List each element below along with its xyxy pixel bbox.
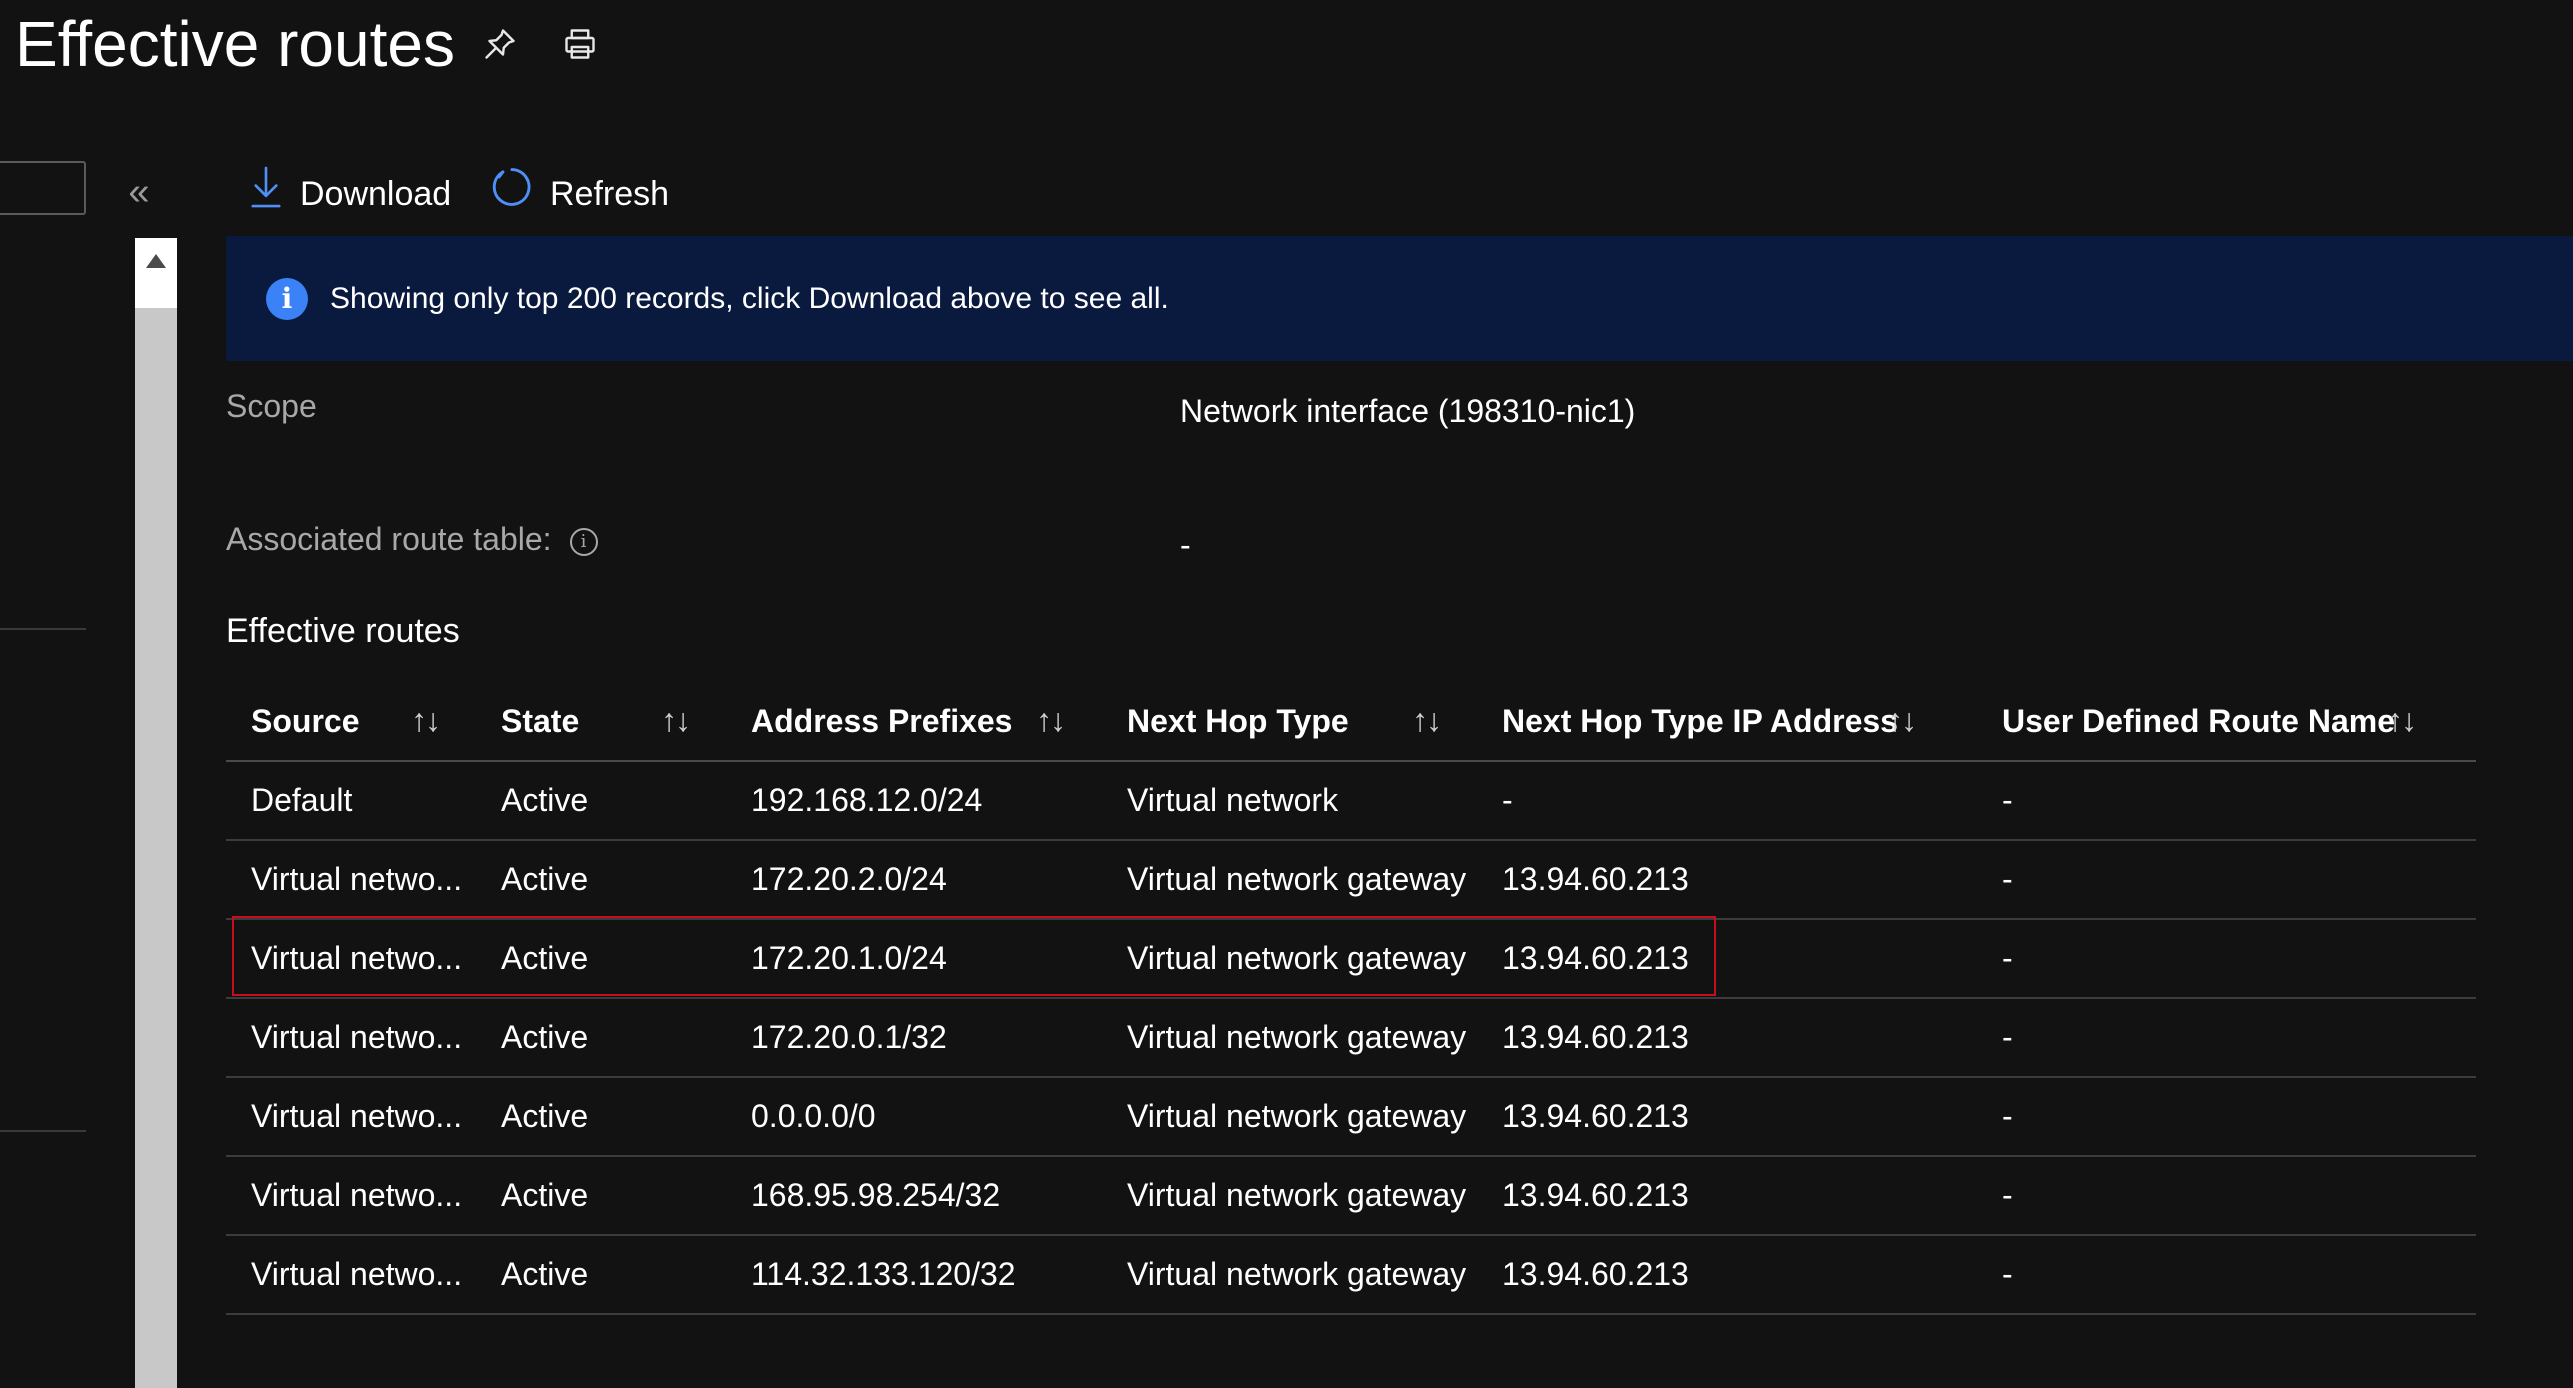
cell-udr-name: - <box>1977 919 2476 999</box>
cell-address-prefix: 0.0.0.0/0 <box>726 1077 1102 1157</box>
scope-value: Network interface (198310-nic1) <box>1180 393 1636 429</box>
column-header-next-hop-ip[interactable]: Next Hop Type IP Address ↑↓ <box>1477 682 1977 762</box>
cell-udr-name: - <box>1977 998 2476 1078</box>
cell-source: Virtual netwo... <box>226 919 476 999</box>
route-table-value: - <box>1180 527 1191 563</box>
cell-next-hop-type: Virtual network gateway <box>1102 1235 1477 1315</box>
table-row[interactable]: Virtual netwo... Active 168.95.98.254/32… <box>226 1156 2476 1236</box>
cell-source: Default <box>226 761 476 841</box>
cell-state: Active <box>476 998 726 1078</box>
cell-next-hop-type: Virtual network gateway <box>1102 1156 1477 1236</box>
cell-address-prefix: 192.168.12.0/24 <box>726 761 1102 841</box>
cell-next-hop-type: Virtual network gateway <box>1102 1077 1477 1157</box>
cell-source: Virtual netwo... <box>226 840 476 920</box>
cell-next-hop-type: Virtual network gateway <box>1102 840 1477 920</box>
sort-icon[interactable]: ↑↓ <box>1412 702 1442 739</box>
cell-next-hop-type: Virtual network gateway <box>1102 919 1477 999</box>
table-row[interactable]: Virtual netwo... Active 172.20.2.0/24 Vi… <box>226 840 2476 920</box>
cell-address-prefix: 168.95.98.254/32 <box>726 1156 1102 1236</box>
column-header-state[interactable]: State ↑↓ <box>476 682 726 762</box>
cell-source: Virtual netwo... <box>226 1077 476 1157</box>
sidebar-divider <box>0 628 86 630</box>
refresh-button[interactable]: Refresh <box>490 165 669 223</box>
column-header-udr-name[interactable]: User Defined Route Name ↑↓ <box>1977 682 2476 762</box>
cell-address-prefix: 172.20.1.0/24 <box>726 919 1102 999</box>
column-header-source[interactable]: Source ↑↓ <box>226 682 476 762</box>
banner-text: Showing only top 200 records, click Down… <box>330 281 1169 315</box>
page-title: Effective routes <box>15 8 455 80</box>
cell-udr-name: - <box>1977 761 2476 841</box>
sort-icon[interactable]: ↑↓ <box>1887 702 1917 739</box>
cell-state: Active <box>476 1235 726 1315</box>
cell-state: Active <box>476 1156 726 1236</box>
refresh-icon <box>490 165 534 223</box>
table-row[interactable]: Virtual netwo... Active 172.20.0.1/32 Vi… <box>226 998 2476 1078</box>
cell-source: Virtual netwo... <box>226 1156 476 1236</box>
cell-next-hop-type: Virtual network gateway <box>1102 998 1477 1078</box>
table-row[interactable]: Virtual netwo... Active 0.0.0.0/0 Virtua… <box>226 1077 2476 1157</box>
scope-label: Scope <box>226 388 317 424</box>
cell-udr-name: - <box>1977 1156 2476 1236</box>
cell-address-prefix: 172.20.0.1/32 <box>726 998 1102 1078</box>
download-button[interactable]: Download <box>248 165 451 223</box>
route-table-label: Associated route table: <box>226 521 552 557</box>
cell-state: Active <box>476 840 726 920</box>
info-icon[interactable]: i <box>569 527 598 556</box>
table-row[interactable]: Default Active 192.168.12.0/24 Virtual n… <box>226 761 2476 841</box>
routes-table: Source ↑↓ State ↑↓ Address Prefixes ↑↓ Next… <box>226 682 2476 1315</box>
cell-next-hop-ip: 13.94.60.213 <box>1477 840 1977 920</box>
sidebar-scrollbar[interactable] <box>135 238 177 1388</box>
section-title: Effective routes <box>226 612 460 650</box>
cell-address-prefix: 172.20.2.0/24 <box>726 840 1102 920</box>
resource-filter-input[interactable] <box>0 161 86 215</box>
cell-source: Virtual netwo... <box>226 1235 476 1315</box>
sort-icon[interactable]: ↑↓ <box>661 702 691 739</box>
table-header-row: Source ↑↓ State ↑↓ Address Prefixes ↑↓ Next… <box>226 682 2476 762</box>
cell-udr-name: - <box>1977 840 2476 920</box>
info-banner: i Showing only top 200 records, click Do… <box>226 236 2573 361</box>
cell-address-prefix: 114.32.133.120/32 <box>726 1235 1102 1315</box>
cell-next-hop-ip: - <box>1477 761 1977 841</box>
cell-state: Active <box>476 919 726 999</box>
table-row-highlighted[interactable]: Virtual netwo... Active 172.20.1.0/24 Vi… <box>226 919 2476 999</box>
sort-icon[interactable]: ↑↓ <box>2387 702 2417 739</box>
cell-next-hop-ip: 13.94.60.213 <box>1477 1156 1977 1236</box>
column-header-next-hop-type[interactable]: Next Hop Type ↑↓ <box>1102 682 1477 762</box>
download-label: Download <box>300 175 452 213</box>
cell-next-hop-ip: 13.94.60.213 <box>1477 998 1977 1078</box>
collapse-sidebar-icon[interactable]: « <box>122 172 156 212</box>
column-header-address-prefixes[interactable]: Address Prefixes ↑↓ <box>726 682 1102 762</box>
pin-icon[interactable] <box>478 22 522 66</box>
info-icon: i <box>266 277 308 320</box>
print-icon[interactable] <box>558 22 602 66</box>
cell-state: Active <box>476 1077 726 1157</box>
scroll-up-arrow-icon[interactable] <box>135 238 177 308</box>
cell-udr-name: - <box>1977 1235 2476 1315</box>
download-icon <box>248 165 284 223</box>
sort-icon[interactable]: ↑↓ <box>1036 702 1066 739</box>
table-row[interactable]: Virtual netwo... Active 114.32.133.120/3… <box>226 1235 2476 1315</box>
refresh-label: Refresh <box>550 175 670 213</box>
cell-state: Active <box>476 761 726 841</box>
route-table-label-group: Associated route table: i <box>226 521 598 558</box>
cell-next-hop-ip: 13.94.60.213 <box>1477 1235 1977 1315</box>
cell-next-hop-type: Virtual network <box>1102 761 1477 841</box>
cell-source: Virtual netwo... <box>226 998 476 1078</box>
sort-icon[interactable]: ↑↓ <box>411 702 441 739</box>
cell-next-hop-ip: 13.94.60.213 <box>1477 1077 1977 1157</box>
sidebar-divider <box>0 1130 86 1132</box>
cell-udr-name: - <box>1977 1077 2476 1157</box>
cell-next-hop-ip: 13.94.60.213 <box>1477 919 1977 999</box>
